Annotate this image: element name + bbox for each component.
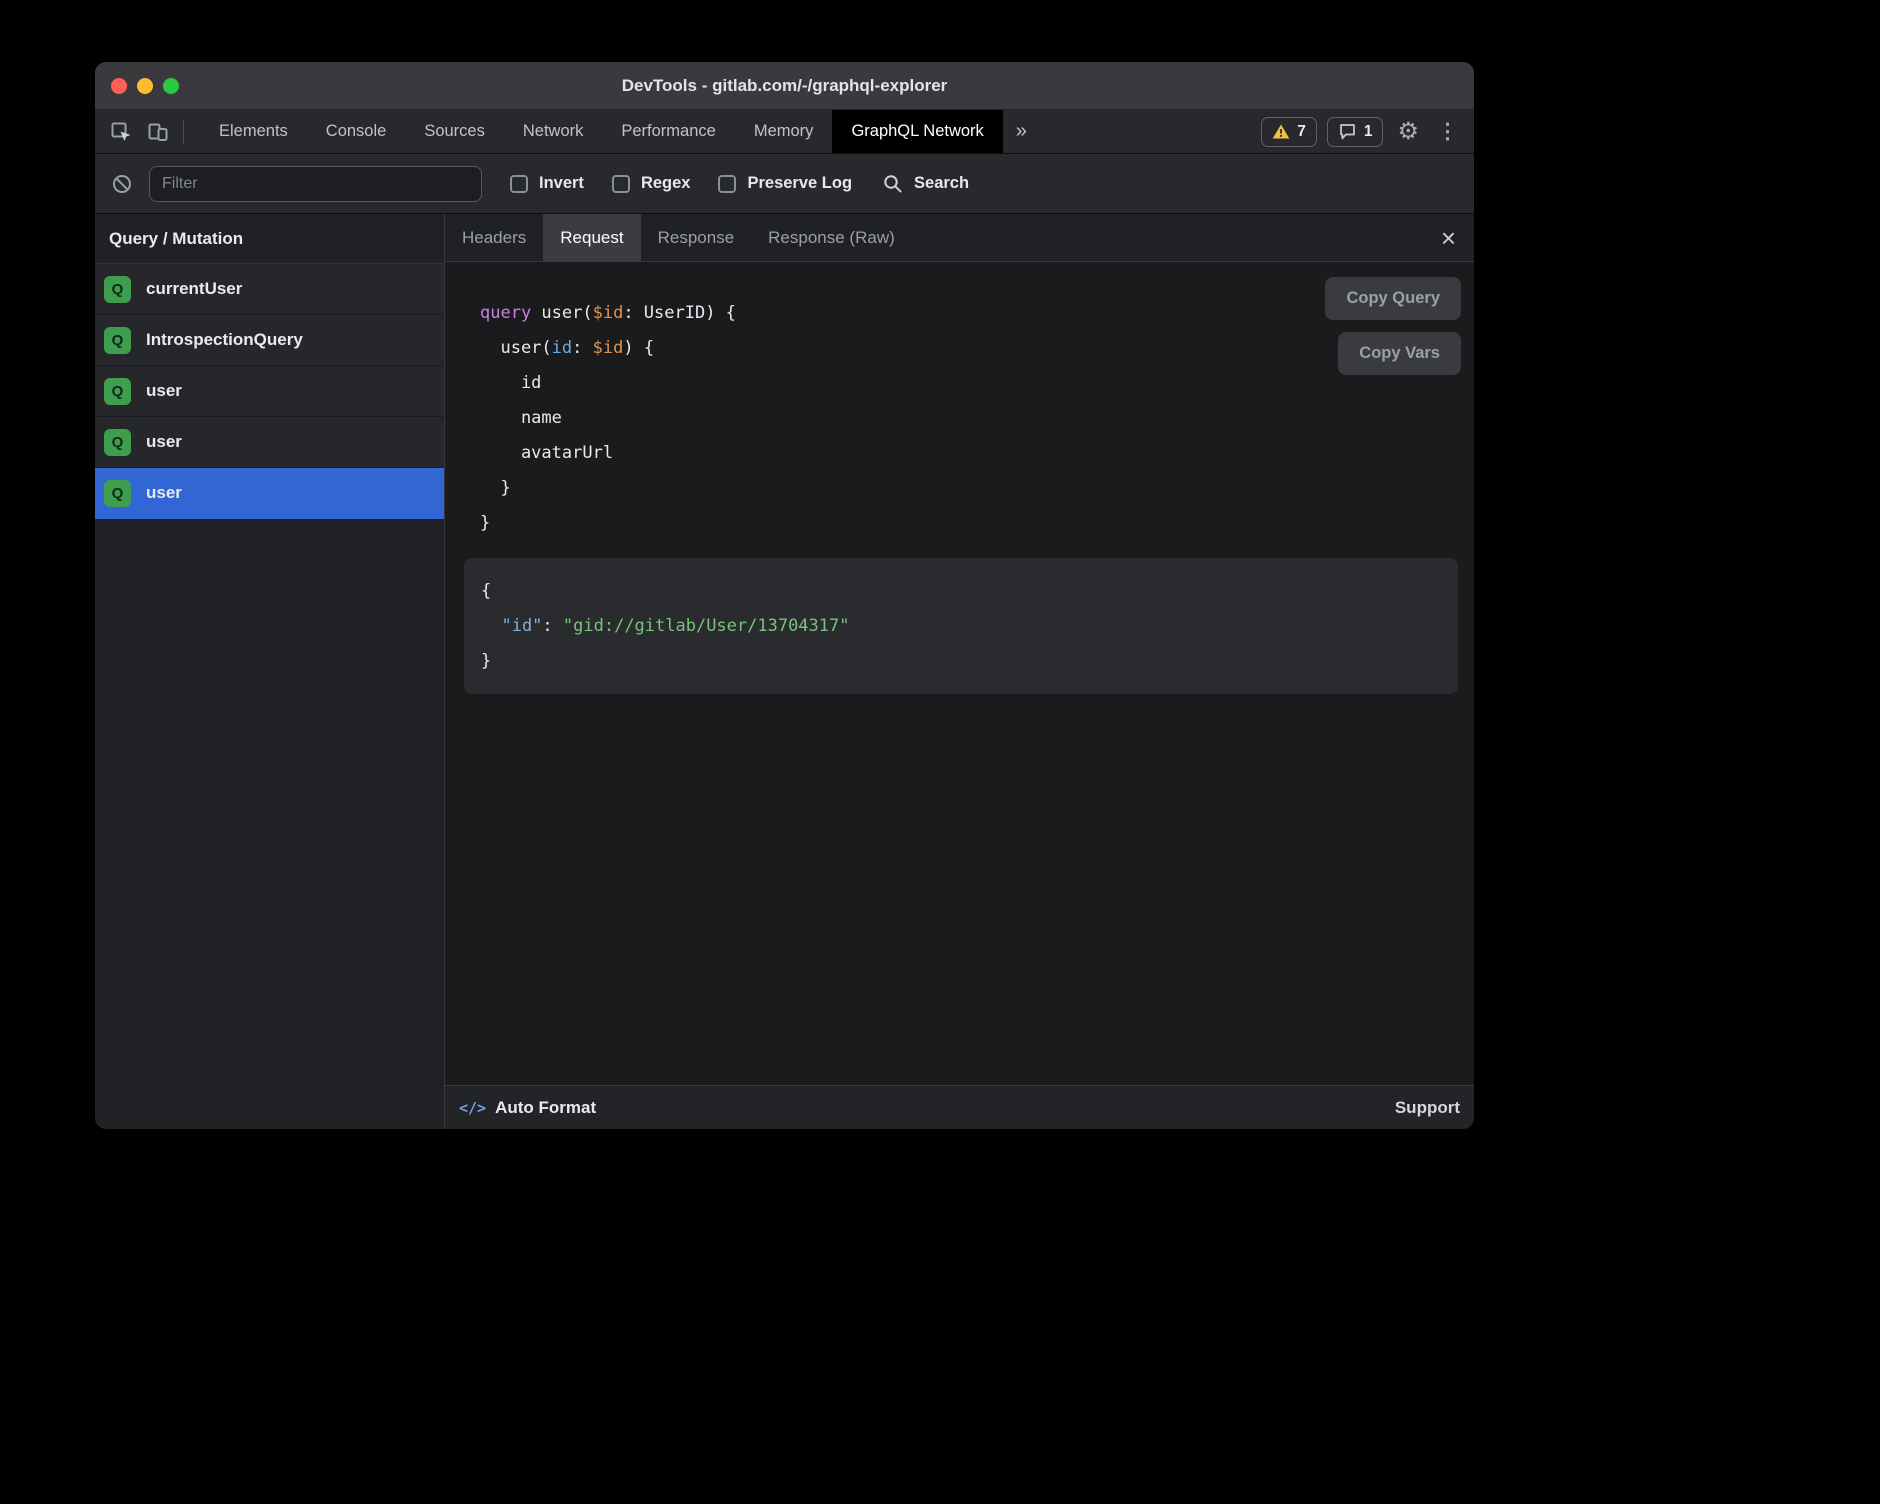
devtools-tabs: ElementsConsoleSourcesNetworkPerformance… — [200, 110, 1003, 153]
devtools-window: DevTools - gitlab.com/-/graphql-explorer… — [95, 62, 1474, 1129]
kebab-menu-icon[interactable]: ⋮ — [1433, 121, 1462, 142]
query-type-badge: Q — [104, 480, 131, 507]
invert-label: Invert — [539, 174, 584, 193]
request-sidebar: Query / Mutation QcurrentUserQIntrospect… — [95, 214, 445, 1129]
code-line: user(id: $id) { — [480, 331, 1458, 366]
warning-count: 7 — [1297, 123, 1306, 141]
zoom-window-button[interactable] — [163, 78, 179, 94]
filter-input[interactable] — [149, 166, 482, 202]
invert-checkbox — [510, 175, 528, 193]
code-line: "id": "gid://gitlab/User/13704317" — [481, 609, 1458, 644]
more-tabs-chevron[interactable]: » — [1003, 110, 1040, 153]
search-icon — [882, 173, 903, 194]
code-line: avatarUrl — [480, 436, 1458, 471]
request-label: currentUser — [146, 279, 242, 299]
close-panel-icon[interactable]: × — [1423, 214, 1474, 261]
warnings-badge[interactable]: 7 — [1261, 117, 1317, 147]
request-list-item[interactable]: Quser — [95, 366, 444, 417]
tab-sources[interactable]: Sources — [405, 110, 504, 153]
code-line: id — [480, 366, 1458, 401]
minimize-window-button[interactable] — [137, 78, 153, 94]
window-title: DevTools - gitlab.com/-/graphql-explorer — [622, 76, 948, 96]
copy-vars-button[interactable]: Copy Vars — [1338, 332, 1461, 375]
issue-count: 1 — [1364, 123, 1373, 141]
request-label: IntrospectionQuery — [146, 330, 303, 350]
request-view: query user($id: UserID) { user(id: $id) … — [445, 262, 1474, 1085]
graphql-variables-code: { "id": "gid://gitlab/User/13704317"} — [481, 574, 1458, 679]
request-list-item[interactable]: Quser — [95, 468, 444, 519]
detail-footer: </> Auto Format Support — [445, 1085, 1474, 1129]
regex-label: Regex — [641, 174, 691, 193]
settings-gear-icon[interactable]: ⚙ — [1393, 120, 1423, 144]
main-split: Query / Mutation QcurrentUserQIntrospect… — [95, 214, 1474, 1129]
copy-query-button[interactable]: Copy Query — [1325, 277, 1461, 320]
auto-format-button[interactable]: Auto Format — [495, 1098, 596, 1118]
code-line: name — [480, 401, 1458, 436]
request-list: QcurrentUserQIntrospectionQueryQuserQuse… — [95, 264, 444, 519]
tab-console[interactable]: Console — [307, 110, 406, 153]
request-label: user — [146, 381, 182, 401]
preserve-log-checkbox-group[interactable]: Preserve Log — [718, 174, 852, 193]
device-toolbar-icon[interactable] — [146, 120, 170, 144]
request-label: user — [146, 432, 182, 452]
graphql-query-code: query user($id: UserID) { user(id: $id) … — [480, 296, 1458, 541]
code-line: } — [480, 506, 1458, 541]
tab-memory[interactable]: Memory — [735, 110, 833, 153]
issues-badge[interactable]: 1 — [1327, 117, 1384, 147]
traffic-lights — [111, 62, 179, 109]
code-line: } — [480, 471, 1458, 506]
query-type-badge: Q — [104, 327, 131, 354]
request-label: user — [146, 483, 182, 503]
toolbar-divider — [183, 120, 184, 144]
warning-icon — [1272, 123, 1290, 140]
search-label: Search — [914, 174, 969, 193]
close-window-button[interactable] — [111, 78, 127, 94]
support-link[interactable]: Support — [1395, 1098, 1460, 1118]
search-toggle[interactable]: Search — [882, 173, 969, 194]
code-line: query user($id: UserID) { — [480, 296, 1458, 331]
tabbar-right-controls: 7 1 ⚙ ⋮ — [1261, 110, 1474, 153]
tabbar-icons — [95, 110, 200, 153]
invert-checkbox-group[interactable]: Invert — [510, 174, 584, 193]
detail-panel: HeadersRequestResponseResponse (Raw) × q… — [445, 214, 1474, 1129]
tab-network[interactable]: Network — [504, 110, 603, 153]
detail-tabs: HeadersRequestResponseResponse (Raw) — [445, 214, 912, 261]
variables-box: { "id": "gid://gitlab/User/13704317"} — [464, 558, 1458, 694]
preserve-log-checkbox — [718, 175, 736, 193]
query-type-badge: Q — [104, 276, 131, 303]
request-list-item[interactable]: Quser — [95, 417, 444, 468]
titlebar: DevTools - gitlab.com/-/graphql-explorer — [95, 62, 1474, 110]
clear-block-icon[interactable] — [111, 173, 133, 195]
regex-checkbox-group[interactable]: Regex — [612, 174, 691, 193]
detail-tab-response[interactable]: Response — [641, 214, 752, 261]
code-brackets-icon: </> — [459, 1099, 486, 1117]
code-line: } — [481, 644, 1458, 679]
inspect-element-icon[interactable] — [109, 120, 133, 144]
query-type-badge: Q — [104, 429, 131, 456]
request-list-item[interactable]: Q IntrospectionQuery — [95, 315, 444, 366]
detail-tab-headers[interactable]: Headers — [445, 214, 543, 261]
code-line: { — [481, 574, 1458, 609]
tab-performance[interactable]: Performance — [602, 110, 734, 153]
request-list-item[interactable]: QcurrentUser — [95, 264, 444, 315]
devtools-tabbar: ElementsConsoleSourcesNetworkPerformance… — [95, 110, 1474, 154]
preserve-log-label: Preserve Log — [747, 174, 852, 193]
tab-elements[interactable]: Elements — [200, 110, 307, 153]
tab-graphql-network[interactable]: GraphQL Network — [832, 110, 1002, 153]
detail-tab-request[interactable]: Request — [543, 214, 640, 261]
regex-checkbox — [612, 175, 630, 193]
message-bubble-icon — [1338, 122, 1357, 141]
detail-tabbar: HeadersRequestResponseResponse (Raw) × — [445, 214, 1474, 262]
filter-toolbar: Invert Regex Preserve Log Search — [95, 154, 1474, 214]
query-type-badge: Q — [104, 378, 131, 405]
sidebar-header: Query / Mutation — [95, 214, 444, 264]
detail-tab-response-raw[interactable]: Response (Raw) — [751, 214, 912, 261]
